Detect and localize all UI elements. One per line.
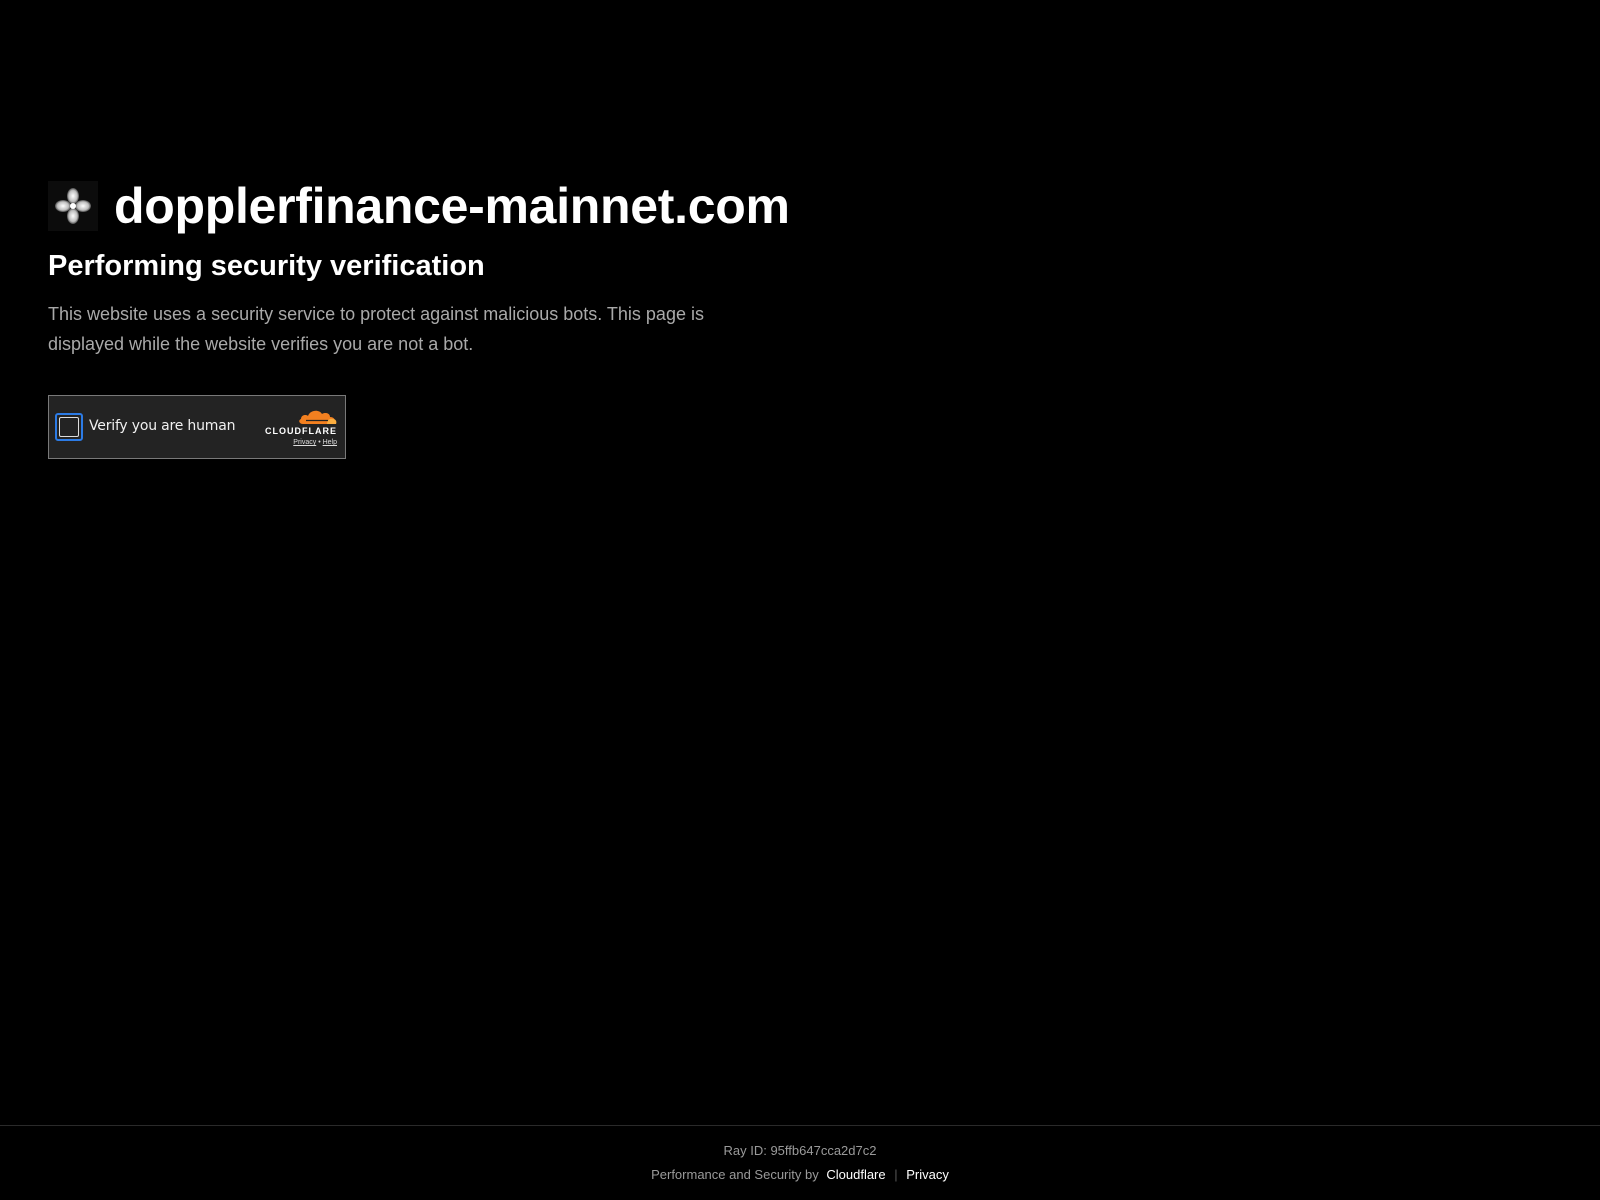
cloudflare-branding: CLOUDFLARE Privacy • Help (257, 407, 337, 446)
performance-prefix: Performance and Security by (651, 1167, 819, 1182)
footer-privacy-link[interactable]: Privacy (906, 1167, 949, 1182)
widget-privacy-link[interactable]: Privacy (293, 439, 316, 446)
widget-links-separator: • (318, 439, 321, 446)
footer-separator: | (894, 1167, 898, 1182)
page-description: This website uses a security service to … (48, 304, 704, 354)
ray-id: Ray ID: 95ffb647cca2d7c2 (723, 1143, 877, 1158)
site-domain-title: dopplerfinance-mainnet.com (114, 178, 790, 234)
clover-logo-icon (48, 181, 98, 231)
verify-checkbox[interactable] (55, 413, 83, 441)
verify-label[interactable]: Verify you are human (89, 418, 235, 434)
footer-cloudflare-link[interactable]: Cloudflare (826, 1167, 885, 1182)
page-footer: Ray ID: 95ffb647cca2d7c2 Performance and… (0, 1125, 1600, 1200)
site-header: dopplerfinance-mainnet.com (48, 176, 808, 236)
widget-links: Privacy • Help (257, 439, 337, 446)
checkbox-box (59, 417, 79, 437)
main-content: dopplerfinance-mainnet.com Performing se… (48, 176, 808, 459)
cloudflare-wordmark: CLOUDFLARE (265, 426, 337, 436)
performance-line: Performance and Security by Cloudflare |… (0, 1167, 1600, 1182)
challenge-page: dopplerfinance-mainnet.com Performing se… (0, 0, 1600, 1200)
widget-help-link[interactable]: Help (323, 439, 337, 446)
page-heading: Performing security verification (48, 250, 485, 282)
turnstile-widget: Verify you are human CLOUDFLARE Privacy … (48, 395, 346, 459)
cloudflare-cloud-icon (299, 410, 337, 424)
